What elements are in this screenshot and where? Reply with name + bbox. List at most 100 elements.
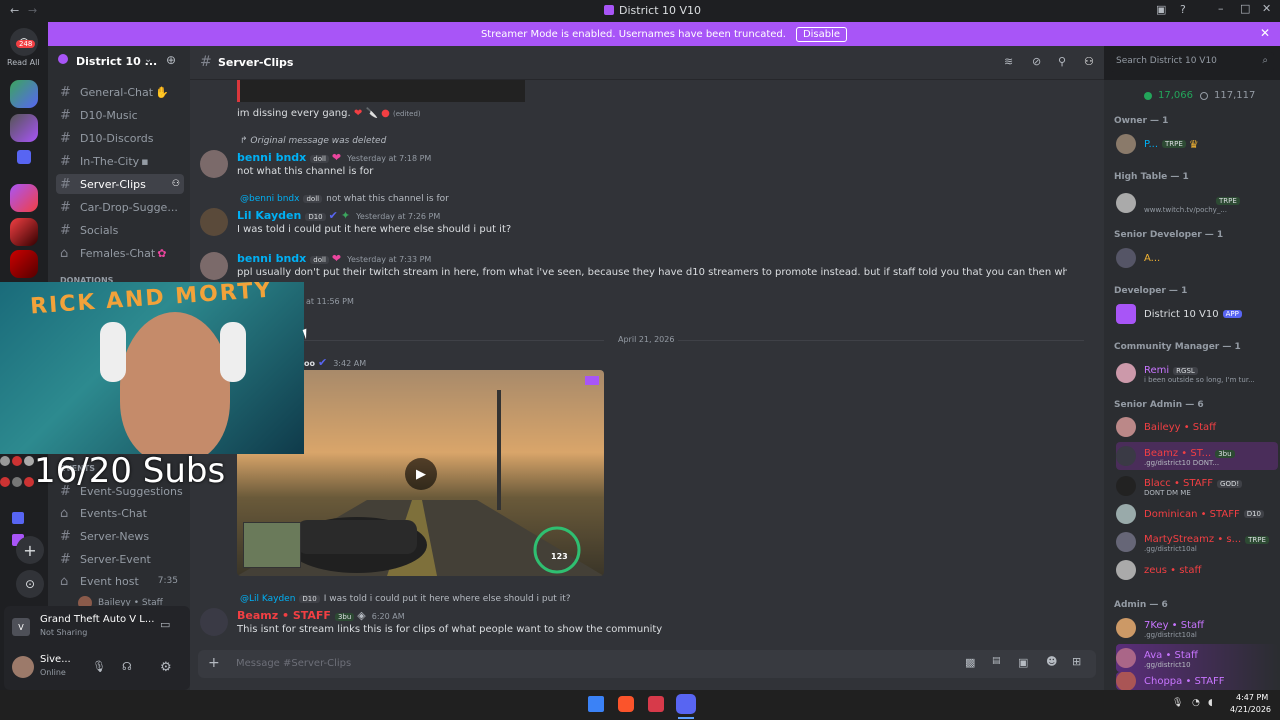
author-name[interactable]: Lil Kayden: [237, 209, 301, 222]
hash-icon: #: [60, 222, 71, 238]
avatar: [1116, 672, 1136, 690]
inbox-icon[interactable]: ▣: [1156, 3, 1166, 16]
chevron-down-icon[interactable]: ⌄: [144, 54, 152, 65]
server-icon[interactable]: [10, 184, 38, 212]
forward-icon[interactable]: →: [28, 4, 37, 17]
help-icon[interactable]: ?: [1180, 3, 1186, 16]
reply-preview[interactable]: @benni bndx doll not what this channel is …: [240, 194, 449, 204]
gift-icon[interactable]: ▩: [965, 656, 975, 669]
search-input[interactable]: Search District 10 V10 ⌕: [1110, 52, 1274, 72]
member-row[interactable]: Blacc • STAFF GOD! DONT DM ME: [1116, 472, 1276, 500]
avatar[interactable]: [200, 208, 228, 236]
author-name[interactable]: benni bndx: [237, 252, 306, 265]
server-icon[interactable]: [10, 80, 38, 108]
emote-icon: [0, 477, 10, 487]
user-avatar[interactable]: [12, 656, 34, 678]
member-row[interactable]: Ava • Staff .gg/district10: [1116, 644, 1278, 672]
server-icon[interactable]: [12, 512, 24, 524]
avatar: [1116, 618, 1136, 638]
screen-share-icon[interactable]: ▭: [160, 618, 170, 631]
mic-icon[interactable]: 🎙: [1172, 698, 1183, 708]
member-row[interactable]: Dominican • STAFF D10: [1116, 502, 1276, 526]
channel-in-the-city[interactable]: # In-The-City ▪: [56, 151, 184, 171]
avatar[interactable]: [200, 608, 228, 636]
server-icon[interactable]: [10, 218, 38, 246]
reply-preview[interactable]: @Lil Kayden D10 I was told i could put it …: [240, 594, 571, 604]
add-server-icon[interactable]: +: [16, 536, 44, 564]
avatar: [1116, 446, 1136, 466]
discord-icon[interactable]: [676, 694, 696, 714]
member-row[interactable]: MartyStreamz • s... TRPE .gg/district10al: [1116, 528, 1276, 556]
member-list-icon[interactable]: ⚇: [1084, 55, 1094, 68]
microphone-icon[interactable]: 🎙: [92, 660, 106, 673]
emoji-icon[interactable]: ☻: [1046, 655, 1057, 668]
heart-icon: ❤: [331, 252, 342, 265]
threads-icon[interactable]: ≋: [1004, 55, 1013, 68]
server-icon[interactable]: [10, 114, 38, 142]
member-row[interactable]: Choppa • STAFF: [1116, 672, 1278, 690]
channel-time: 7:35: [157, 576, 178, 586]
author-name[interactable]: Beamz • STAFF: [237, 609, 331, 622]
member-row[interactable]: TRPE www.twitch.tv/pochy_...: [1116, 188, 1276, 218]
member-row[interactable]: District 10 V10 APP: [1116, 302, 1276, 326]
channel-d10-discords[interactable]: # D10-Discords: [56, 128, 184, 148]
user-name[interactable]: Sive...: [40, 654, 71, 665]
channel-server-clips[interactable]: # Server-Clips ⚇: [56, 174, 184, 194]
channel-events-chat[interactable]: ⌂ Events-Chat: [56, 503, 184, 523]
add-member-icon[interactable]: ⚇: [172, 179, 180, 189]
windows-start-icon[interactable]: [588, 696, 604, 712]
discover-icon[interactable]: ⊙: [16, 570, 44, 598]
mute-bell-icon[interactable]: ⊘: [1032, 55, 1041, 68]
channel-females-chat[interactable]: ⌂ Females-Chat ✿: [56, 243, 184, 263]
member-row[interactable]: P... TRPE ♛: [1116, 132, 1276, 156]
channel-event-host[interactable]: ⌂ Event host 7:35: [56, 571, 184, 591]
avatar[interactable]: [200, 150, 228, 178]
add-attachment-icon[interactable]: +: [208, 655, 220, 671]
message-header: benni bndx doll ❤ Yesterday at 7:33 PM: [237, 252, 431, 265]
network-icon[interactable]: ◔: [1192, 698, 1200, 708]
avatar[interactable]: [200, 252, 228, 280]
member-row[interactable]: 7Key • Staff .gg/district10al: [1116, 614, 1276, 642]
back-icon[interactable]: ←: [10, 4, 19, 17]
member-row[interactable]: Remi RGSL i been outside so long, I'm tur.…: [1116, 358, 1276, 388]
channel-car-drop[interactable]: # Car-Drop-Sugge...: [56, 197, 184, 217]
gif-icon[interactable]: ▤: [992, 656, 1001, 666]
maximize-icon[interactable]: □: [1240, 2, 1250, 15]
channel-general-chat[interactable]: # General-Chat ✋: [56, 82, 184, 102]
server-icon[interactable]: [10, 250, 38, 278]
group-header: Developer — 1: [1114, 286, 1188, 296]
app-icon[interactable]: [648, 696, 664, 712]
add-member-icon[interactable]: ⊕: [166, 53, 176, 67]
speedometer-value: 123: [551, 552, 568, 561]
disable-button[interactable]: Disable: [795, 26, 848, 42]
wave-icon: ✋: [155, 85, 169, 99]
member-row[interactable]: Baileyy • Staff: [1116, 415, 1276, 439]
author-name[interactable]: benni bndx: [237, 151, 306, 164]
reply-preview[interactable]: ↱ Original message was deleted: [240, 136, 386, 146]
video-embed[interactable]: [237, 80, 525, 102]
pin-icon[interactable]: ⚲: [1058, 55, 1066, 68]
brave-browser-icon[interactable]: [618, 696, 634, 712]
channel-server-news[interactable]: # Server-News: [56, 526, 184, 546]
close-banner-icon[interactable]: ✕: [1260, 26, 1270, 40]
member-row[interactable]: A...: [1116, 246, 1276, 270]
folder-icon[interactable]: [17, 150, 31, 164]
channel-socials[interactable]: # Socials: [56, 220, 184, 240]
member-row[interactable]: zeus • staff: [1116, 558, 1276, 582]
close-window-icon[interactable]: ✕: [1262, 2, 1271, 15]
member-row[interactable]: Beamz • ST... 3bu .gg/district10 DONT...: [1116, 442, 1278, 470]
sticker-icon[interactable]: ▣: [1018, 656, 1028, 669]
volume-icon[interactable]: ◖: [1208, 698, 1213, 708]
apps-icon[interactable]: ⊞: [1072, 655, 1081, 668]
channel-d10-music[interactable]: # D10-Music: [56, 105, 184, 125]
headphones-icon[interactable]: ☊: [122, 660, 132, 673]
settings-gear-icon[interactable]: ⚙: [160, 660, 172, 675]
game-icon: V: [12, 618, 30, 636]
author-name[interactable]: oo: [304, 359, 315, 368]
message-input[interactable]: + Message #Server-Clips ▩ ▤ ▣ ☻ ⊞: [198, 650, 1096, 678]
read-all-button[interactable]: Read All: [7, 58, 40, 67]
play-icon[interactable]: ▶: [405, 458, 437, 490]
verified-icon: ✔: [318, 356, 328, 369]
channel-server-event[interactable]: # Server-Event: [56, 549, 184, 569]
minimize-icon[interactable]: –: [1218, 2, 1224, 15]
